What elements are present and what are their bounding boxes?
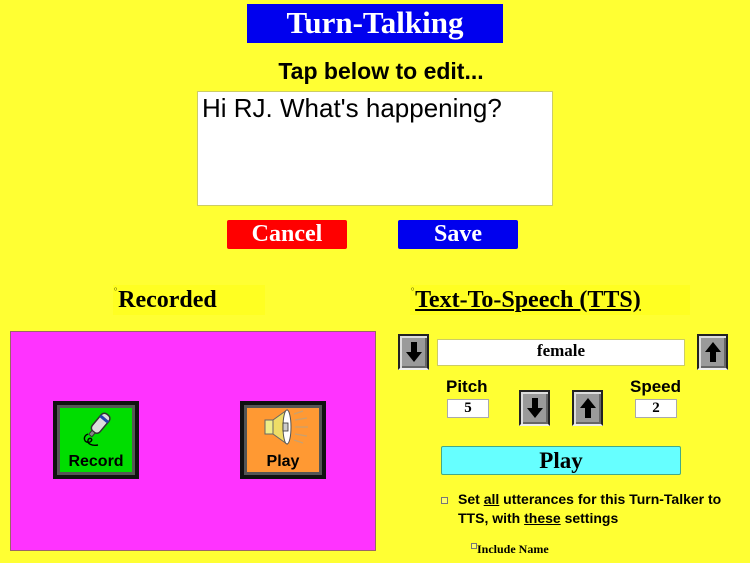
set-all-text-1: Set [458, 491, 484, 507]
speaker-icon [264, 409, 308, 445]
decrease-button[interactable] [519, 390, 550, 426]
set-all-label[interactable]: Set all utterances for this Turn-Talker … [458, 490, 748, 528]
recorded-play-button[interactable]: Play [240, 401, 326, 479]
arrow-down-icon [405, 342, 422, 362]
speed-label: Speed [630, 377, 682, 396]
set-all-checkbox[interactable] [441, 497, 448, 504]
pitch-value[interactable]: 5 [447, 399, 489, 418]
set-all-text-3: settings [560, 510, 619, 526]
set-all-emphasis-all: all [483, 491, 500, 507]
arrow-up-icon [579, 398, 596, 418]
tts-play-button[interactable]: Play [441, 446, 681, 475]
set-all-emphasis-these: these [524, 510, 561, 526]
increase-button[interactable] [572, 390, 603, 426]
arrow-down-icon [526, 398, 543, 418]
recorded-option[interactable]: ◦Recorded [113, 285, 265, 315]
arrow-up-icon [704, 342, 721, 362]
microphone-icon [83, 412, 111, 446]
voice-field[interactable]: female [437, 339, 685, 366]
tts-heading: Text-To-Speech (TTS) [415, 287, 641, 313]
speed-value[interactable]: 2 [635, 399, 677, 418]
edit-instruction: Tap below to edit... [278, 58, 484, 84]
tts-option[interactable]: ◦Text-To-Speech (TTS) [410, 285, 690, 315]
recorded-play-label: Play [266, 453, 300, 470]
voice-next-button[interactable] [697, 334, 728, 370]
save-button[interactable]: Save [398, 220, 518, 249]
include-name-label[interactable]: Include Name [477, 542, 549, 557]
voice-previous-button[interactable] [398, 334, 429, 370]
page-title: Turn-Talking [247, 4, 503, 43]
pitch-label: Pitch [446, 377, 488, 396]
record-label: Record [68, 453, 124, 470]
record-button[interactable]: Record [53, 401, 139, 479]
cancel-button[interactable]: Cancel [227, 220, 347, 249]
recorded-heading: Recorded [118, 287, 217, 313]
utterance-text-field[interactable]: Hi RJ. What's happening? [197, 91, 553, 206]
